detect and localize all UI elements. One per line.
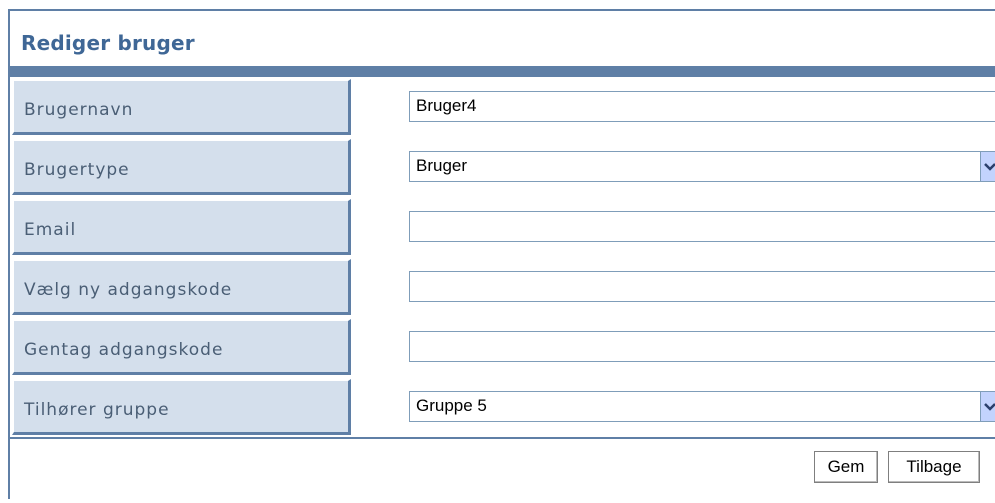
panel-header: Rediger bruger <box>10 11 995 66</box>
email-label: Email <box>24 220 77 240</box>
group-label: Tilhører gruppe <box>24 400 170 420</box>
header-divider <box>10 66 995 77</box>
form-footer: Gem Tilbage <box>10 437 995 503</box>
form-row-group: Tilhører gruppe Gruppe 5 <box>10 377 995 437</box>
email-label-cell: Email <box>12 199 351 255</box>
repeat-password-field[interactable] <box>409 331 995 362</box>
save-button[interactable]: Gem <box>814 451 878 483</box>
edit-user-panel: Rediger bruger Brugernavn Bruger4 Bruger… <box>8 9 995 503</box>
page-title: Rediger bruger <box>21 31 195 55</box>
repeat-password-label: Gentag adgangskode <box>24 340 224 360</box>
form-row-usertype: Brugertype Bruger <box>10 137 995 197</box>
group-select[interactable]: Gruppe 5 <box>409 391 995 422</box>
chevron-down-icon[interactable] <box>980 152 995 181</box>
user-form: Brugernavn Bruger4 Brugertype Bruger Ema… <box>10 77 995 437</box>
email-field[interactable] <box>409 211 995 242</box>
usertype-label-cell: Brugertype <box>12 139 351 195</box>
usertype-select[interactable]: Bruger <box>409 151 995 182</box>
new-password-field[interactable] <box>409 271 995 302</box>
username-label-cell: Brugernavn <box>12 79 351 135</box>
group-select-value: Gruppe 5 <box>416 396 487 415</box>
form-row-new-password: Vælg ny adgangskode <box>10 257 995 317</box>
username-label: Brugernavn <box>24 100 134 120</box>
back-button[interactable]: Tilbage <box>888 451 980 483</box>
repeat-password-label-cell: Gentag adgangskode <box>12 319 351 375</box>
group-label-cell: Tilhører gruppe <box>12 379 351 435</box>
username-input[interactable]: Bruger4 <box>409 91 995 122</box>
usertype-select-value: Bruger <box>416 156 468 175</box>
usertype-label: Brugertype <box>24 160 130 180</box>
new-password-label-cell: Vælg ny adgangskode <box>12 259 351 315</box>
form-row-username: Brugernavn Bruger4 <box>10 77 995 137</box>
new-password-label: Vælg ny adgangskode <box>24 280 233 300</box>
chevron-down-icon[interactable] <box>980 392 995 421</box>
form-row-email: Email <box>10 197 995 257</box>
form-row-repeat-password: Gentag adgangskode <box>10 317 995 377</box>
